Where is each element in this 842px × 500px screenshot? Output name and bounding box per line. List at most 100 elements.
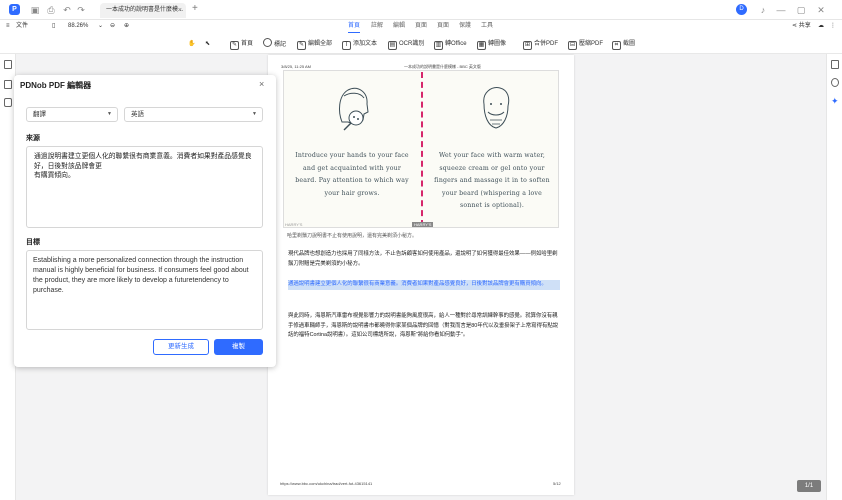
share-button[interactable]: ⋖ 共享 xyxy=(792,21,811,32)
toolbar-add-text[interactable]: T 添加文本 xyxy=(342,38,377,50)
page-header-date: 3/8/25, 11:25 AM xyxy=(281,64,311,69)
bell-icon[interactable]: ♪ xyxy=(758,5,768,15)
select-tool-icon[interactable]: ⬉ xyxy=(205,38,210,50)
tab-page[interactable]: 頁面 xyxy=(415,21,427,32)
menu-icon[interactable]: ≡ xyxy=(6,21,10,32)
menu-bar: ≡ 文件 ▯ 88.26% ⌄ ⊖ ⊕ 首頁 註解 編輯 頁面 頁面 保護 工具… xyxy=(0,20,842,34)
page-view-icon[interactable]: ▯ xyxy=(52,21,55,32)
merge-pdf-icon: ⊞ xyxy=(523,41,532,50)
home-tool-icon: ✎ xyxy=(230,41,239,50)
illustration-tag: HARRY'S xyxy=(412,222,434,227)
zoom-in-icon[interactable]: ⊕ xyxy=(124,21,129,32)
toolbar-add-text-label: 添加文本 xyxy=(353,41,378,47)
toolbar-compress-pdf[interactable]: ⊟ 壓縮PDF xyxy=(568,38,603,50)
ocr-icon: ▤ xyxy=(388,41,397,50)
toolbar-edit-all[interactable]: ✎ 編輯全部 xyxy=(297,38,332,50)
to-office-icon: ▥ xyxy=(434,41,443,50)
tab-comment[interactable]: 註解 xyxy=(371,21,383,32)
undo-icon[interactable]: ↶ xyxy=(62,5,72,15)
page-footer-url: https://www.bbc.com/ukchina/trad/vert-fu… xyxy=(280,481,373,486)
page-counter[interactable]: 1/1 xyxy=(797,480,821,492)
toolbar-screenshot-label: 截圖 xyxy=(623,41,636,47)
tab-edit[interactable]: 編輯 xyxy=(393,21,405,32)
print-icon[interactable]: ⎙ xyxy=(46,5,56,15)
mark-tool-icon xyxy=(263,38,272,47)
new-tab-button[interactable]: + xyxy=(192,3,198,14)
share-label: 共享 xyxy=(798,23,811,29)
avatar[interactable]: D xyxy=(736,4,747,15)
edit-all-icon: ✎ xyxy=(297,41,306,50)
save-icon[interactable]: ▣ xyxy=(30,5,40,15)
mode-select[interactable]: 翻譯 ▼ xyxy=(26,107,118,122)
toolbar-to-image-label: 轉圖像 xyxy=(488,41,507,47)
paragraph-1: 現代品牌也想創造力也採用了同樣方法，不止告訴顧客如何使用產品，還說明了如何獲得最… xyxy=(288,251,558,267)
cloud-icon[interactable]: ☁ xyxy=(818,21,824,32)
search-icon[interactable] xyxy=(831,78,839,87)
copy-button[interactable]: 複製 xyxy=(214,339,263,355)
language-select-value: 英語 xyxy=(131,111,144,118)
title-bar: P ▣ ⎙ ↶ ↷ 一本成功的說明書是什麼模... × + D ♪ — ▢ ✕ xyxy=(0,0,842,20)
tab-home[interactable]: 首頁 xyxy=(348,21,361,33)
toolbar-ocr[interactable]: ▤ OCR識別 xyxy=(388,38,424,50)
app-logo-icon: P xyxy=(9,4,20,15)
chevron-down-icon: ▼ xyxy=(107,111,112,117)
tab-protect[interactable]: 保護 xyxy=(459,21,471,32)
illustration-credit: HARRY'S xyxy=(285,222,303,227)
redo-icon[interactable]: ↷ xyxy=(76,5,86,15)
screenshot-icon: ⌗ xyxy=(612,41,621,50)
target-label: 目標 xyxy=(26,239,40,246)
zoom-level[interactable]: 88.26% xyxy=(68,21,88,32)
more-icon[interactable]: ⋮ xyxy=(830,21,836,32)
toolbar: ✋ ⬉ ✎ 首頁 標記 ✎ 編輯全部 T 添加文本 ▤ OCR識別 ▥ 轉Office ▦… xyxy=(0,34,842,54)
add-text-icon: T xyxy=(342,41,351,50)
chevron-down-icon: ▼ xyxy=(252,111,257,117)
toolbar-to-image[interactable]: ▦ 轉圖像 xyxy=(477,38,506,50)
toolbar-merge-pdf[interactable]: ⊞ 合併PDF xyxy=(523,38,558,50)
close-tab-icon[interactable]: × xyxy=(178,3,182,18)
language-select[interactable]: 英語 ▼ xyxy=(124,107,263,122)
minimize-button[interactable]: — xyxy=(776,5,786,15)
close-icon[interactable]: × xyxy=(259,79,264,89)
mode-select-value: 翻譯 xyxy=(33,111,46,118)
image-caption: 哈里剃鬚刀說明書不止有使用說明，還有完美剃須小秘方。 xyxy=(287,233,418,239)
illustration-right-text: Wet your face with warm water, squeeze c… xyxy=(434,152,550,209)
toolbar-home[interactable]: ✎ 首頁 xyxy=(230,38,253,50)
source-textarea[interactable]: 通過說明書建立更個人化的聯繫很有商業意義。消費者如果對產品感覺良好，日後對該品牌… xyxy=(26,146,263,228)
comments-icon[interactable] xyxy=(4,98,12,107)
toolbar-home-label: 首頁 xyxy=(241,41,254,47)
target-textarea[interactable]: Establishing a more personalized connect… xyxy=(26,250,263,330)
thumbnails-icon[interactable] xyxy=(4,60,12,69)
toolbar-mark-label: 標記 xyxy=(274,42,287,48)
toolbar-compress-pdf-label: 壓縮PDF xyxy=(579,41,604,47)
paragraph-2-highlighted[interactable]: 通過說明書建立更個人化的聯繫很有商業意義。消費者如果對產品感覺良好，日後對該品牌… xyxy=(288,280,560,290)
toolbar-screenshot[interactable]: ⌗ 截圖 xyxy=(612,38,635,50)
regenerate-button[interactable]: 更新生成 xyxy=(153,339,209,355)
tab-tools[interactable]: 工具 xyxy=(481,21,493,32)
bookmark-icon[interactable] xyxy=(4,80,12,89)
close-window-button[interactable]: ✕ xyxy=(816,5,826,15)
zoom-out-icon[interactable]: ⊖ xyxy=(110,21,115,32)
ai-sparkle-icon[interactable]: ✦ xyxy=(831,96,839,107)
toolbar-mark[interactable]: 標記 xyxy=(263,38,286,50)
hand-tool-icon[interactable]: ✋ xyxy=(188,38,195,50)
tab-page-2[interactable]: 頁面 xyxy=(437,21,449,32)
illustration-divider xyxy=(421,72,423,226)
compress-pdf-icon: ⊟ xyxy=(568,41,577,50)
toolbar-ocr-label: OCR識別 xyxy=(399,41,425,47)
source-label: 來源 xyxy=(26,135,40,142)
page-footer-number: 5/12 xyxy=(553,481,561,486)
share-icon: ⋖ xyxy=(792,23,799,29)
panel-title: PDNob PDF 編輯器 xyxy=(20,81,92,90)
maximize-button[interactable]: ▢ xyxy=(796,5,806,15)
face-magnifier-icon xyxy=(339,87,369,131)
bearded-man-icon xyxy=(483,87,510,129)
document-tab-title: 一本成功的說明書是什麼模... xyxy=(106,7,184,13)
paragraph-3: 與此同時，海恩斯汽車雷布視覺影響力的說明書能夠風度很高，給人一種對於尋常訓練幹事… xyxy=(288,313,559,338)
toolbar-to-office[interactable]: ▥ 轉Office xyxy=(434,38,467,50)
right-sidebar: ✦ xyxy=(826,54,842,500)
zoom-dropdown-icon[interactable]: ⌄ xyxy=(98,21,103,32)
file-menu[interactable]: 文件 xyxy=(16,21,28,32)
to-image-icon: ▦ xyxy=(477,41,486,50)
properties-icon[interactable] xyxy=(831,60,839,69)
document-tab[interactable]: 一本成功的說明書是什麼模... × xyxy=(100,3,186,18)
